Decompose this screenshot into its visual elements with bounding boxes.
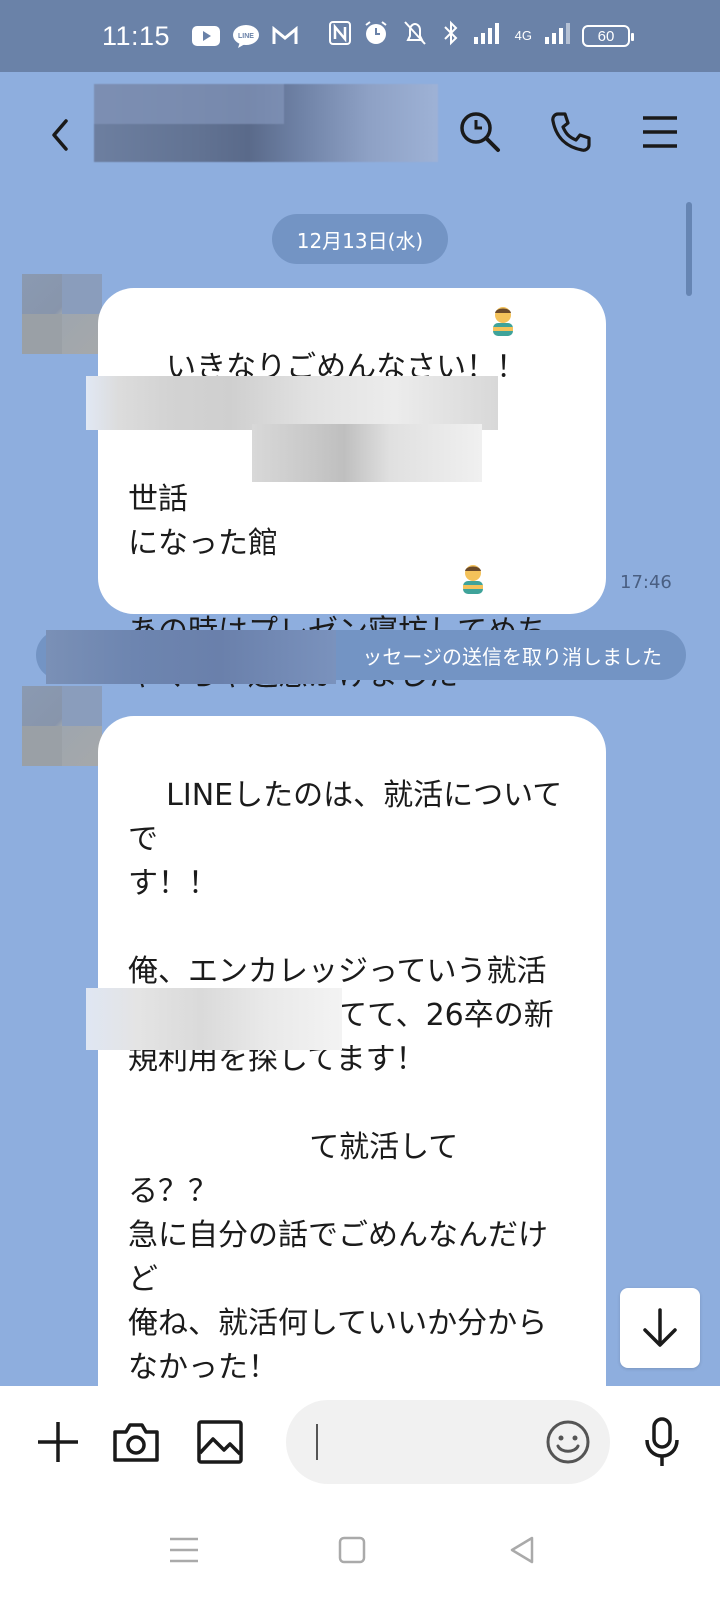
person-bowing-emoji-icon bbox=[456, 562, 490, 596]
network-label: 4G bbox=[514, 28, 532, 43]
menu-button[interactable] bbox=[636, 108, 684, 156]
camera-icon bbox=[113, 1423, 159, 1462]
arrow-down-icon bbox=[643, 1308, 677, 1347]
signal-2-icon bbox=[544, 21, 570, 52]
system-nav-bar bbox=[0, 1498, 720, 1600]
redacted-text bbox=[86, 988, 342, 1050]
add-button[interactable] bbox=[28, 1412, 88, 1472]
header-actions bbox=[456, 108, 684, 156]
bluetooth-icon bbox=[441, 20, 461, 53]
battery-icon: 60 bbox=[582, 25, 634, 47]
chat-header bbox=[0, 72, 720, 196]
line-app-icon: LINE bbox=[232, 24, 260, 48]
contact-name-redacted bbox=[94, 84, 438, 162]
camera-button[interactable] bbox=[106, 1412, 166, 1472]
smiley-icon bbox=[546, 1420, 590, 1464]
signal-icon bbox=[473, 21, 503, 52]
status-bar: 11:15 LINE 4G 60 bbox=[0, 0, 720, 72]
network-4g-icon: 4G bbox=[514, 28, 532, 43]
voice-button[interactable] bbox=[632, 1412, 692, 1472]
text-cursor bbox=[316, 1424, 318, 1460]
chat-messages[interactable]: 12月13日(水) いきなりごめんなさい！！ めっちゃ久しぶりです、、！ 世話 … bbox=[0, 196, 720, 1386]
alarm-icon bbox=[363, 20, 389, 53]
back-nav-button[interactable] bbox=[500, 1528, 544, 1572]
avatar[interactable] bbox=[22, 686, 102, 766]
battery-level: 60 bbox=[597, 27, 615, 45]
svg-text:LINE: LINE bbox=[238, 33, 254, 40]
hamburger-menu-icon bbox=[643, 116, 677, 148]
date-separator: 12月13日(水) bbox=[272, 214, 448, 264]
status-time: 11:15 bbox=[102, 20, 171, 51]
microphone-icon bbox=[645, 1417, 679, 1466]
recent-apps-button[interactable] bbox=[162, 1528, 206, 1572]
message-bubble[interactable]: LINEしたのは、就活についてで す！！ 俺、エンカレッジっていう就活 支援の運… bbox=[98, 716, 606, 1386]
message-time: 17:46 bbox=[620, 572, 672, 593]
nfc-icon bbox=[328, 20, 351, 52]
image-icon bbox=[197, 1420, 243, 1464]
scroll-indicator[interactable] bbox=[686, 202, 692, 296]
gallery-button[interactable] bbox=[190, 1412, 250, 1472]
avatar[interactable] bbox=[22, 274, 102, 354]
gmail-icon bbox=[272, 26, 298, 46]
status-icons: 4G 60 bbox=[328, 20, 634, 53]
phone-icon bbox=[551, 112, 591, 152]
back-button[interactable] bbox=[40, 110, 80, 160]
scroll-to-bottom-button[interactable] bbox=[620, 1288, 700, 1368]
youtube-icon bbox=[192, 26, 221, 46]
message-input-bar bbox=[0, 1386, 720, 1498]
message-text: LINEしたのは、就活についてで す！！ 俺、エンカレッジっていう就活 支援の運… bbox=[128, 778, 563, 1385]
redacted-text bbox=[252, 424, 482, 482]
triangle-back-icon bbox=[510, 1536, 534, 1564]
search-button[interactable] bbox=[456, 108, 504, 156]
call-button[interactable] bbox=[546, 108, 594, 156]
home-button[interactable] bbox=[330, 1528, 374, 1572]
search-icon bbox=[460, 112, 500, 152]
unsend-notice-text: ッセージの送信を取り消しました bbox=[362, 644, 662, 669]
person-bowing-emoji-icon bbox=[486, 304, 520, 338]
plus-icon bbox=[38, 1422, 78, 1462]
mute-icon bbox=[401, 20, 429, 53]
square-icon bbox=[338, 1536, 366, 1564]
redacted-text bbox=[86, 376, 498, 430]
redacted-name bbox=[46, 630, 336, 684]
emoji-button[interactable] bbox=[544, 1418, 592, 1466]
menu-lines-icon bbox=[170, 1537, 198, 1563]
chevron-left-icon bbox=[52, 119, 68, 151]
